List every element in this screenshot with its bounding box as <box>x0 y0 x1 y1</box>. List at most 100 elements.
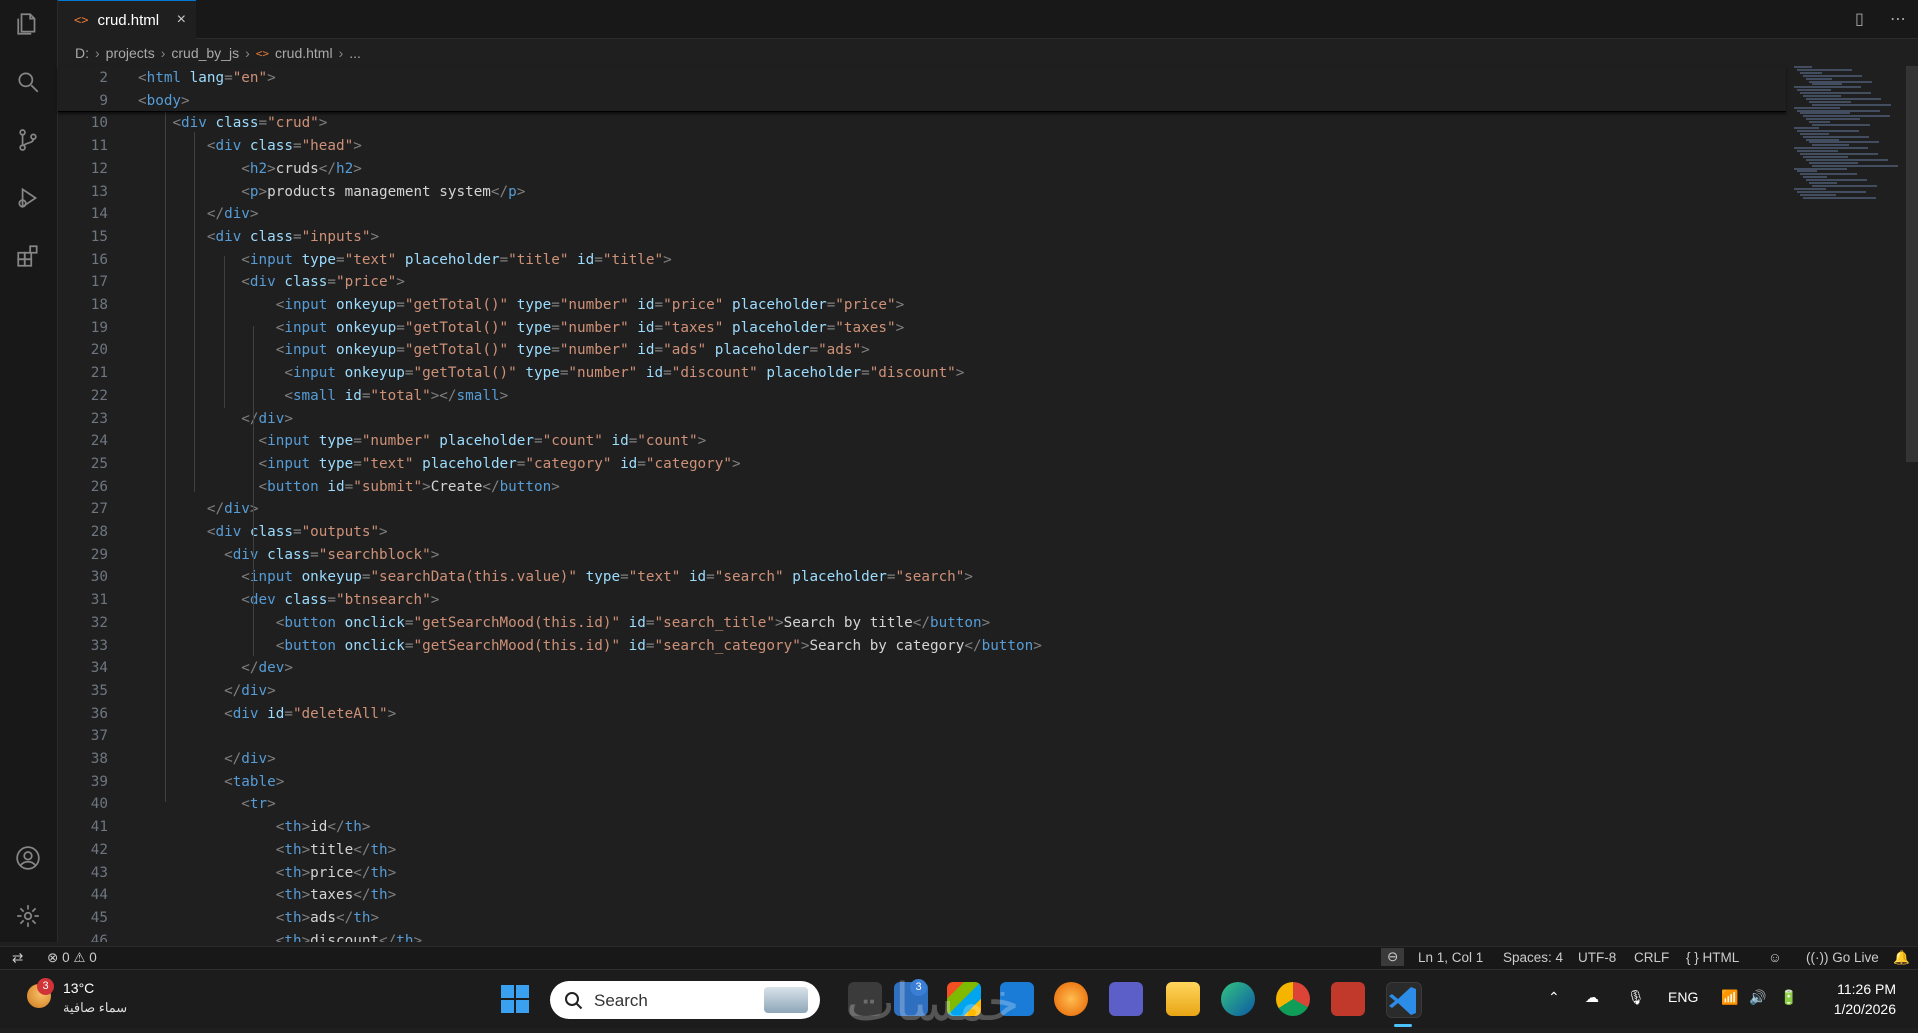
code-token: div <box>232 546 268 563</box>
clock-time[interactable]: 11:26 PM <box>1837 981 1896 997</box>
code-line[interactable]: 25 <input type="text" placeholder="categ… <box>58 453 1778 476</box>
code-line[interactable]: 36 <div id="deleteAll"> <box>58 703 1778 726</box>
split-editor-icon[interactable]: ▯ <box>1855 9 1864 28</box>
end-of-line[interactable]: CRLF <box>1634 950 1669 965</box>
zoom-icon[interactable]: ⊖ <box>1381 948 1405 966</box>
code-line[interactable]: 14 </div> <box>58 203 1778 226</box>
windows-start-icon[interactable] <box>500 984 530 1014</box>
code-line[interactable]: 23 </div> <box>58 408 1778 431</box>
code-line[interactable]: 31 <dev class="btnsearch"> <box>58 589 1778 612</box>
weather-description[interactable]: سماء صافية <box>63 1000 127 1016</box>
code-line[interactable]: 46 <th>discount</th> <box>58 930 1778 942</box>
encoding[interactable]: UTF-8 <box>1578 950 1616 965</box>
line-number: 35 <box>90 682 108 699</box>
search-icon[interactable] <box>14 68 42 96</box>
errors-warnings[interactable]: ⊗ 0 ⚠ 0 <box>47 950 97 966</box>
code-line[interactable]: 22 <small id="total"></small> <box>58 385 1778 408</box>
code-line[interactable]: 39 <table> <box>58 771 1778 794</box>
code-line[interactable]: 42 <th>title</th> <box>58 839 1778 862</box>
code-line[interactable]: 9 <body> <box>58 90 1778 113</box>
code-line[interactable]: 18 <input onkeyup="getTotal()" type="num… <box>58 294 1778 317</box>
vscode-icon[interactable] <box>1386 982 1422 1018</box>
code-token: "count" <box>637 433 698 450</box>
code-text: <th>price</th> <box>138 862 397 885</box>
code-token: th <box>370 841 388 858</box>
code-line[interactable]: 32 <button onclick="getSearchMood(this.i… <box>58 612 1778 635</box>
wifi-icon[interactable]: 📶 <box>1721 989 1738 1006</box>
minimap[interactable] <box>1790 66 1900 206</box>
more-actions-icon[interactable]: ⋯ <box>1890 9 1906 28</box>
vertical-scrollbar[interactable] <box>1906 66 1918 462</box>
microphone-icon[interactable]: 🎙 <box>1627 989 1645 1006</box>
clock-date[interactable]: 1/20/2026 <box>1834 1001 1896 1017</box>
code-line[interactable]: 15 <div class="inputs"> <box>58 226 1778 249</box>
code-editor[interactable]: 2 <html lang="en"> 9 <body> 10 <div class="c… <box>58 66 1918 942</box>
remote-icon[interactable]: ⇄ <box>12 950 23 966</box>
source-control-icon[interactable] <box>14 126 42 154</box>
code-line[interactable]: 11 <div class="head"> <box>58 135 1778 158</box>
chevron-up-icon[interactable]: ⌃ <box>1548 989 1560 1006</box>
snipping-tool-icon[interactable] <box>1331 982 1365 1016</box>
tab-crud-html[interactable]: <> crud.html × <box>58 0 196 39</box>
code-line[interactable]: 17 <div class="price"> <box>58 271 1778 294</box>
breadcrumb-projects[interactable]: projects <box>106 45 155 61</box>
code-line[interactable]: 40 <tr> <box>58 793 1778 816</box>
breadcrumb-folder[interactable]: crud_by_js <box>171 45 239 61</box>
language-mode[interactable]: { } HTML <box>1686 950 1739 965</box>
account-icon[interactable] <box>14 844 42 872</box>
code-line[interactable]: 20 <input onkeyup="getTotal()" type="num… <box>58 339 1778 362</box>
breadcrumb-symbol[interactable]: ... <box>349 45 361 61</box>
language-indicator[interactable]: ENG <box>1668 989 1698 1005</box>
code-line[interactable]: 10 <div class="crud"> <box>58 112 1778 135</box>
code-token: </ <box>490 183 509 200</box>
copilot-icon[interactable]: ☺ <box>1768 950 1782 965</box>
close-icon[interactable]: × <box>177 11 186 29</box>
taskbar-search-box[interactable]: Search <box>550 981 820 1019</box>
breadcrumb-drive[interactable]: D: <box>75 45 89 61</box>
code-line[interactable]: 35 </div> <box>58 680 1778 703</box>
code-line[interactable]: 27 </div> <box>58 498 1778 521</box>
edge-icon[interactable] <box>1221 982 1255 1016</box>
go-live-button[interactable]: ((·)) Go Live <box>1806 950 1879 965</box>
code-line[interactable]: 26 <button id="submit">Create</button> <box>58 476 1778 499</box>
volume-icon[interactable]: 🔊 <box>1749 989 1766 1006</box>
code-token: = <box>620 569 629 586</box>
onedrive-icon[interactable]: ☁ <box>1585 989 1599 1006</box>
indentation[interactable]: Spaces: 4 <box>1503 950 1563 965</box>
code-line[interactable]: 16 <input type="text" placeholder="title… <box>58 249 1778 272</box>
run-debug-icon[interactable] <box>14 184 42 212</box>
code-line[interactable]: 19 <input onkeyup="getTotal()" type="num… <box>58 317 1778 340</box>
bell-icon[interactable]: 🔔 <box>1893 950 1910 966</box>
cursor-position[interactable]: Ln 1, Col 1 <box>1418 950 1483 965</box>
extensions-icon[interactable] <box>14 242 42 270</box>
code-line[interactable]: 13 <p>products management system</p> <box>58 181 1778 204</box>
code-line[interactable]: 43 <th>price</th> <box>58 862 1778 885</box>
files-icon[interactable] <box>14 10 42 38</box>
code-line[interactable]: 29 <div class="searchblock"> <box>58 544 1778 567</box>
teams-icon[interactable] <box>1109 982 1143 1016</box>
code-line[interactable]: 44 <th>taxes</th> <box>58 884 1778 907</box>
code-line[interactable]: 30 <input onkeyup = "searchData(this.value… <box>58 566 1778 589</box>
chrome-icon[interactable] <box>1276 982 1310 1016</box>
line-number: 27 <box>90 501 108 518</box>
code-line[interactable]: 34 </dev> <box>58 657 1778 680</box>
firefox-icon[interactable] <box>1054 982 1088 1016</box>
weather-temperature[interactable]: 13°C <box>63 980 94 996</box>
code-line[interactable]: 33 <button onclick="getSearchMood(this.i… <box>58 635 1778 658</box>
code-line[interactable]: 21 <input onkeyup = "getTotal()" type = "num… <box>58 362 1778 385</box>
battery-icon[interactable]: 🔋 <box>1780 989 1797 1006</box>
code-line[interactable]: 28 <div class="outputs"> <box>58 521 1778 544</box>
file-explorer-icon[interactable] <box>1166 982 1200 1016</box>
code-line[interactable]: 37 <box>58 725 1778 748</box>
code-text: <th>ads</th> <box>138 907 379 930</box>
breadcrumb-file[interactable]: crud.html <box>275 45 333 61</box>
code-token: html <box>146 70 190 86</box>
settings-icon[interactable] <box>14 902 42 930</box>
code-line[interactable]: 24 <input type="number" placeholder="cou… <box>58 430 1778 453</box>
code-line[interactable]: 2 <html lang="en"> <box>58 67 1778 90</box>
code-line[interactable]: 12 <h2>cruds</h2> <box>58 158 1778 181</box>
code-line[interactable]: 41 <th>id</th> <box>58 816 1778 839</box>
code-line[interactable]: 45 <th>ads</th> <box>58 907 1778 930</box>
code-line[interactable]: 38 </div> <box>58 748 1778 771</box>
